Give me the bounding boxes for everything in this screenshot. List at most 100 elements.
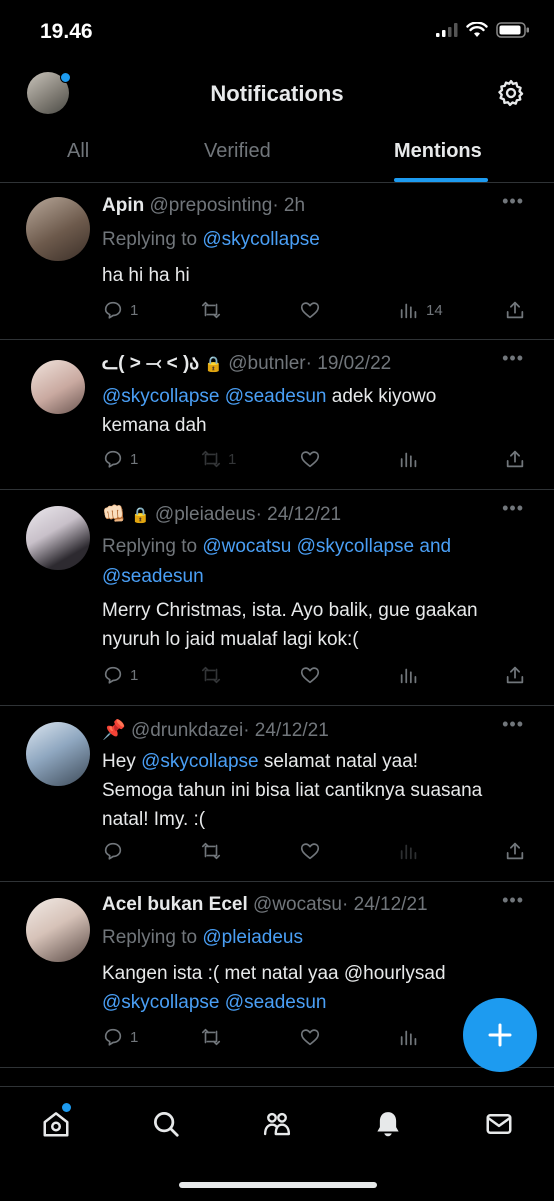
timestamp: · 24/12/21 (255, 504, 342, 525)
retweet-button[interactable] (200, 299, 228, 321)
retweet-button[interactable] (200, 664, 222, 686)
display-name[interactable]: Acel bukan Ecel (102, 894, 248, 915)
tab-active-indicator (394, 178, 488, 182)
reply-button[interactable]: 1 (102, 664, 138, 686)
views-button[interactable] (398, 448, 420, 470)
handle[interactable]: @preposinting (150, 195, 273, 216)
share-button[interactable] (504, 664, 526, 686)
avatar[interactable] (26, 506, 90, 570)
heart-icon (300, 451, 320, 468)
mention-link[interactable]: @pleiadeus (202, 927, 303, 948)
like-button[interactable] (299, 299, 321, 321)
mention-link[interactable]: @skycollapse (141, 751, 259, 772)
display-name[interactable]: 👊🏻 (102, 504, 126, 525)
tweet[interactable]: 📌 @drunkdazei· 24/12/21 ••• Hey @skycoll… (0, 706, 554, 882)
share-button[interactable] (504, 448, 526, 470)
battery-icon (496, 22, 529, 38)
reply-button[interactable] (102, 840, 124, 862)
tweet[interactable]: ᓚ( ˃ ⤙ ˂ )ა 🔒 @butnler· 19/02/22 ••• @sk… (0, 340, 554, 490)
reply-button[interactable]: 1 (102, 299, 138, 321)
heart-icon (300, 843, 320, 860)
display-name[interactable]: ᓚ( ˃ ⤙ ˂ )ა (102, 353, 199, 374)
tab-all[interactable]: All (67, 140, 89, 163)
heart-icon (300, 1029, 320, 1046)
views-count: 14 (426, 301, 443, 319)
more-icon[interactable]: ••• (502, 890, 524, 911)
retweet-icon (201, 301, 221, 319)
avatar[interactable] (31, 360, 85, 414)
settings-icon[interactable] (496, 78, 526, 108)
mention-link[interactable]: @seadesun (225, 992, 327, 1013)
avatar[interactable] (26, 197, 90, 261)
mention-link[interactable]: @skycollapse (102, 992, 220, 1013)
like-button[interactable] (299, 840, 321, 862)
compose-button[interactable] (463, 998, 537, 1072)
tab-bar: All Verified Mentions (0, 124, 554, 183)
tweet-text-part: selamat natal yaa! (263, 751, 419, 772)
retweet-button[interactable]: 1 (200, 448, 236, 470)
timestamp: · 2h (272, 195, 306, 216)
search-icon[interactable] (151, 1109, 181, 1139)
tweet-header: Apin @preposinting· 2h (102, 195, 305, 217)
home-indicator[interactable] (179, 1182, 377, 1188)
reply-icon (104, 666, 122, 684)
share-icon (506, 666, 524, 684)
mention-link[interactable]: @seadesun (102, 566, 204, 587)
views-button[interactable] (398, 840, 420, 862)
tweet[interactable]: 👊🏻 🔒 @pleiadeus· 24/12/21 ••• Replying t… (0, 490, 554, 706)
mention-link[interactable]: @seadesun (225, 386, 327, 407)
communities-icon[interactable] (262, 1109, 292, 1139)
tab-mentions[interactable]: Mentions (394, 140, 482, 163)
like-button[interactable] (299, 448, 321, 470)
reply-context: Replying to @skycollapse (102, 225, 522, 255)
tweet-text: Hey @skycollapse selamat natal yaa! Semo… (102, 747, 522, 834)
lock-icon: 🔒 (130, 507, 150, 524)
status-time: 19.46 (40, 20, 93, 43)
handle[interactable]: @wocatsu (253, 894, 342, 915)
notifications-icon[interactable] (373, 1109, 403, 1139)
views-button[interactable]: 14 (398, 299, 443, 321)
more-icon[interactable]: ••• (502, 714, 524, 735)
home-icon[interactable] (41, 1109, 71, 1139)
retweet-icon (201, 450, 221, 468)
mention-link[interactable]: @wocatsu @skycollapse and (202, 536, 451, 557)
tweet-header: 👊🏻 🔒 @pleiadeus· 24/12/21 (102, 502, 341, 526)
home-unread-dot (62, 1103, 71, 1112)
more-icon[interactable]: ••• (502, 498, 524, 519)
views-icon (400, 668, 417, 684)
views-button[interactable] (398, 664, 420, 686)
retweet-count: 1 (228, 450, 237, 468)
retweet-button[interactable] (200, 1026, 222, 1048)
tweet[interactable]: Apin @preposinting· 2h ••• Replying to @… (0, 183, 554, 340)
display-name[interactable]: Apin (102, 195, 144, 216)
share-icon (506, 450, 524, 468)
views-icon (400, 303, 417, 319)
reply-prefix: Replying to (102, 536, 198, 557)
mention-link[interactable]: @skycollapse (202, 229, 320, 250)
reply-prefix: Replying to (102, 927, 198, 948)
share-button[interactable] (504, 840, 526, 862)
tab-verified[interactable]: Verified (204, 140, 271, 163)
like-button[interactable] (299, 1026, 321, 1048)
handle[interactable]: @butnler (228, 353, 305, 374)
avatar[interactable] (26, 898, 90, 962)
avatar[interactable] (26, 722, 90, 786)
wifi-icon (466, 22, 488, 37)
more-icon[interactable]: ••• (502, 348, 524, 369)
reply-button[interactable]: 1 (102, 448, 138, 470)
tweet-text-part: adek kiyowo (331, 386, 437, 407)
like-button[interactable] (299, 664, 321, 686)
share-button[interactable] (504, 299, 526, 321)
handle[interactable]: @drunkdazei (131, 720, 243, 741)
retweet-button[interactable] (200, 840, 222, 862)
messages-icon[interactable] (484, 1109, 514, 1139)
handle[interactable]: @pleiadeus (155, 504, 256, 525)
more-icon[interactable]: ••• (502, 191, 524, 212)
reply-context: Replying to @wocatsu @skycollapse and @s… (102, 532, 522, 592)
views-button[interactable] (398, 1026, 420, 1048)
mention-link[interactable]: @skycollapse (102, 386, 220, 407)
status-bar: 19.46 (0, 0, 554, 64)
display-name[interactable]: 📌 (102, 720, 126, 741)
tweet-text-part: Kangen ista :( met natal yaa @hourlysad (102, 963, 446, 984)
reply-button[interactable]: 1 (102, 1026, 138, 1048)
